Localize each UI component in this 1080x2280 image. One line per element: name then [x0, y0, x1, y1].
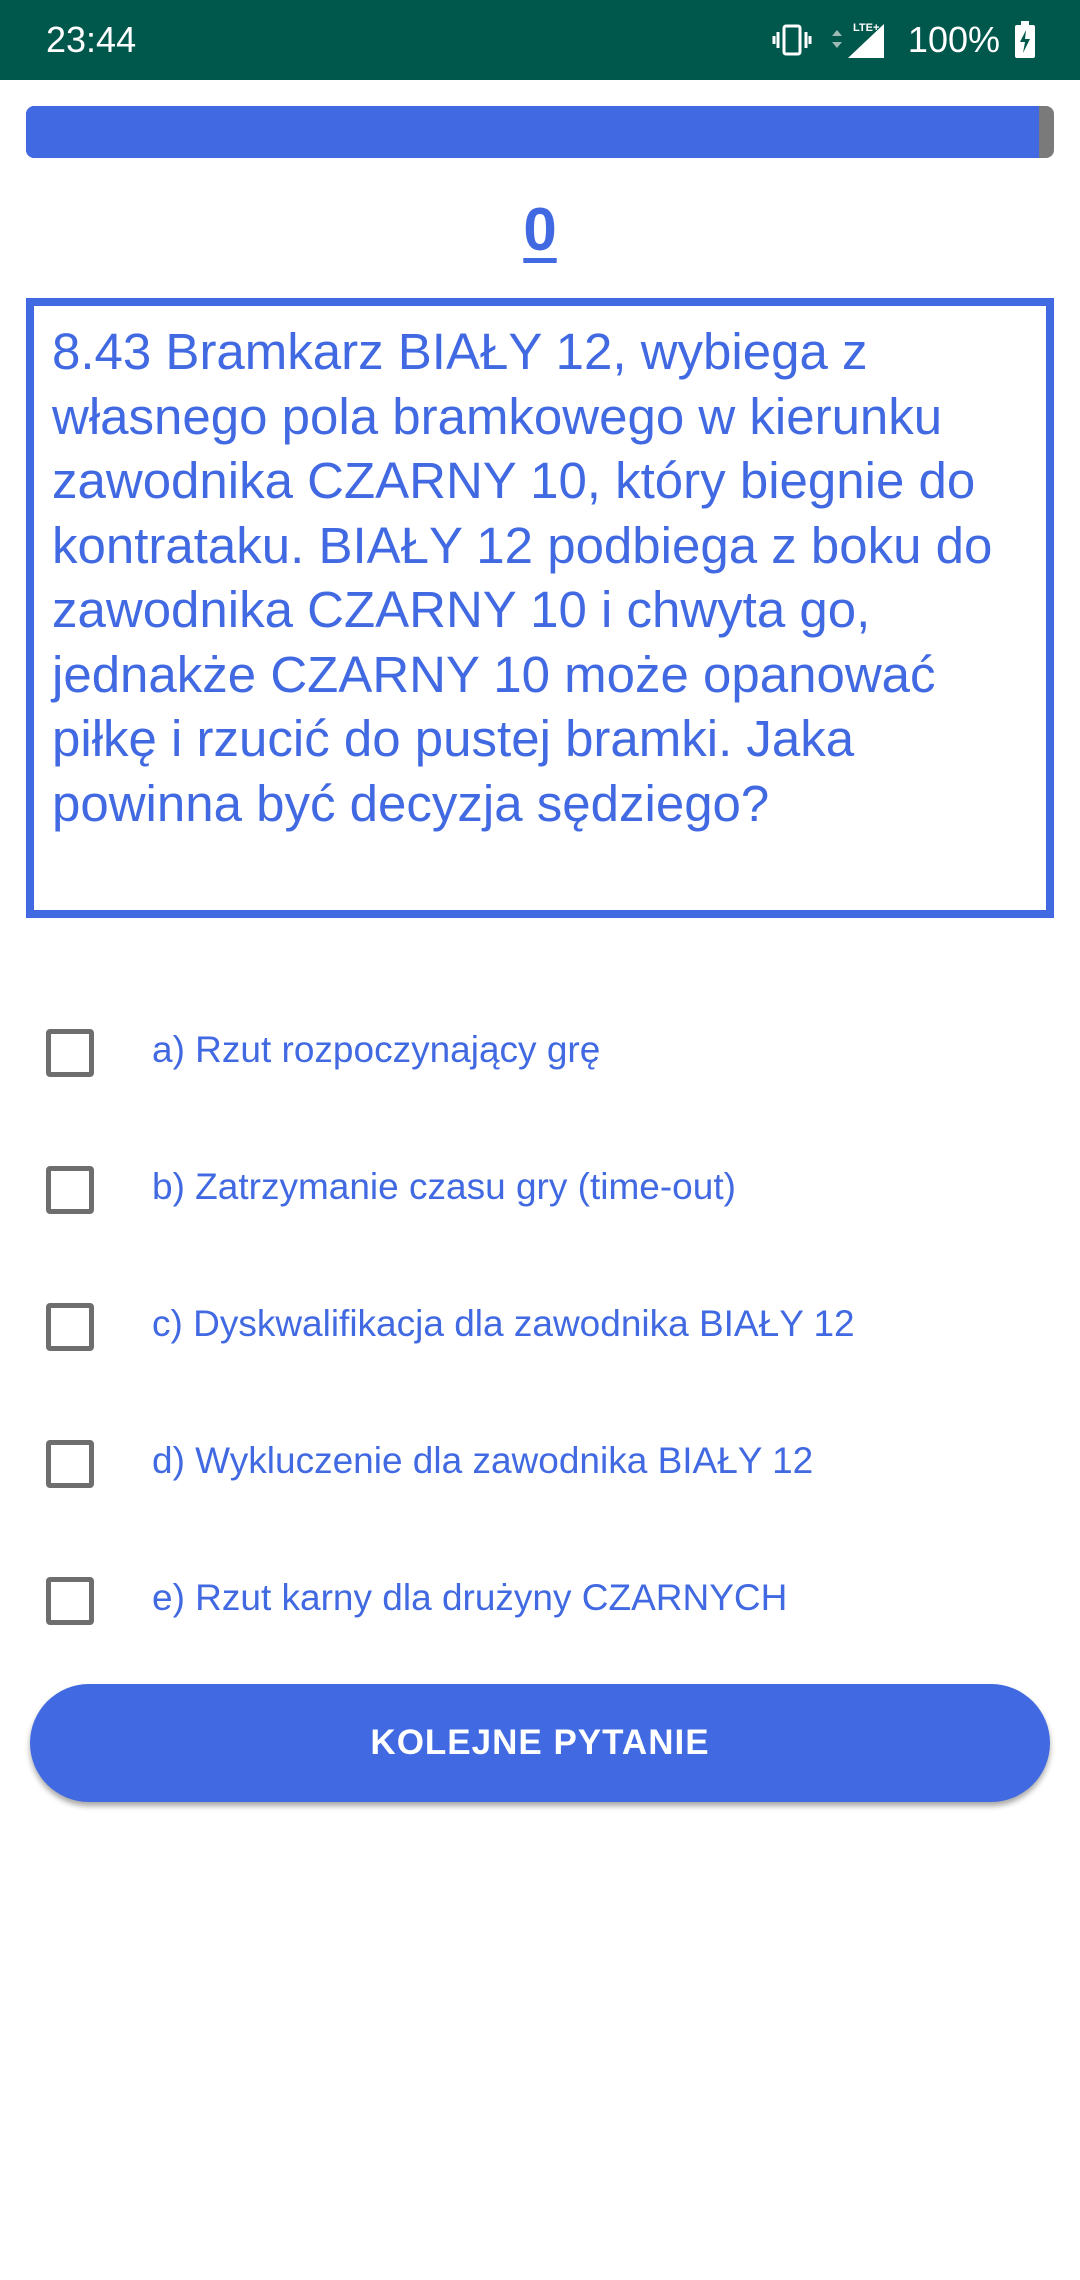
- answer-option-d[interactable]: d) Wykluczenie dla zawodnika BIAŁY 12: [0, 1411, 1080, 1548]
- checkbox[interactable]: [46, 1166, 94, 1214]
- score-counter: 0: [0, 194, 1080, 266]
- answer-option-a[interactable]: a) Rzut rozpoczynający grę: [0, 1000, 1080, 1137]
- checkbox[interactable]: [46, 1303, 94, 1351]
- answer-option-b[interactable]: b) Zatrzymanie czasu gry (time-out): [0, 1137, 1080, 1274]
- answer-label[interactable]: c) Dyskwalifikacja dla zawodnika BIAŁY 1…: [152, 1298, 855, 1350]
- lte-label: LTE+: [853, 22, 879, 34]
- quiz-progress-bar: [26, 106, 1054, 158]
- answer-label[interactable]: b) Zatrzymanie czasu gry (time-out): [152, 1161, 736, 1213]
- question-text: 8.43 Bramkarz BIAŁY 12, wybiega z własne…: [52, 323, 993, 832]
- status-time: 23:44: [46, 19, 137, 60]
- next-question-button[interactable]: KOLEJNE PYTANIE: [30, 1684, 1050, 1802]
- answer-label[interactable]: d) Wykluczenie dla zawodnika BIAŁY 12: [152, 1435, 813, 1487]
- answer-option-c[interactable]: c) Dyskwalifikacja dla zawodnika BIAŁY 1…: [0, 1274, 1080, 1411]
- checkbox[interactable]: [46, 1577, 94, 1625]
- vibrate-icon: [772, 22, 812, 58]
- question-box: 8.43 Bramkarz BIAŁY 12, wybiega z własne…: [26, 298, 1054, 918]
- answer-label[interactable]: e) Rzut karny dla drużyny CZARNYCH: [152, 1572, 787, 1624]
- status-icons: LTE+ 100%: [772, 18, 1036, 62]
- battery-charging-icon: [1014, 21, 1036, 59]
- status-bar: 23:44 LTE+ 100%: [0, 0, 1080, 80]
- answer-option-e[interactable]: e) Rzut karny dla drużyny CZARNYCH: [0, 1548, 1080, 1685]
- battery-percentage: 100%: [907, 19, 1000, 60]
- answer-list: a) Rzut rozpoczynający grę b) Zatrzymani…: [0, 1000, 1080, 1685]
- quiz-progress-fill: [26, 106, 1039, 158]
- score-value: 0: [523, 196, 557, 263]
- answer-label[interactable]: a) Rzut rozpoczynający grę: [152, 1024, 600, 1076]
- checkbox[interactable]: [46, 1440, 94, 1488]
- lte-signal-icon: LTE+: [826, 20, 888, 60]
- checkbox[interactable]: [46, 1029, 94, 1077]
